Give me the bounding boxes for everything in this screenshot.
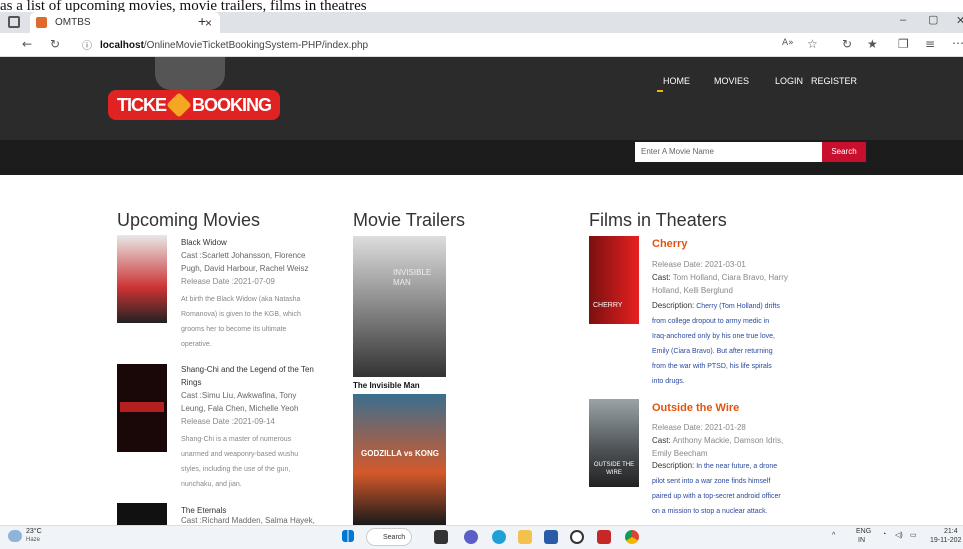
favorite-star-icon[interactable]: ☆ bbox=[807, 37, 818, 51]
black-widow-poster[interactable] bbox=[117, 235, 167, 323]
extensions-icon[interactable]: ≡ bbox=[925, 37, 935, 51]
windows-taskbar bbox=[0, 525, 963, 549]
upcoming-description: Shang-Chi is a master of numerous unarme… bbox=[181, 436, 299, 488]
antivirus-icon[interactable] bbox=[597, 530, 611, 544]
refresh-tab-icon[interactable]: ↻ bbox=[842, 37, 852, 51]
more-icon[interactable]: ⋯ bbox=[952, 36, 963, 50]
window-maximize-button[interactable]: ▢ bbox=[928, 13, 938, 26]
film-title[interactable]: Cherry bbox=[652, 238, 687, 250]
weather-temp: 23°C bbox=[26, 528, 42, 535]
store-icon[interactable] bbox=[544, 530, 558, 544]
browser-tab[interactable]: OMTBS × bbox=[30, 12, 220, 33]
cast-label: Cast: bbox=[652, 273, 671, 282]
film-release-date: Release Date: 2021-03-01 bbox=[652, 260, 746, 269]
weather-icon[interactable] bbox=[8, 530, 22, 542]
poster-text: OUTSIDE THE WIRE bbox=[593, 462, 635, 476]
tab-title: OMTBS bbox=[55, 17, 91, 28]
weather-desc: Haze bbox=[26, 537, 41, 543]
search-button[interactable]: Search bbox=[822, 142, 866, 162]
window-close-button[interactable]: ✕ bbox=[956, 14, 963, 27]
taskbar-search[interactable]: Search bbox=[366, 528, 412, 546]
tray-date[interactable]: 19-11-202 bbox=[930, 537, 961, 544]
upcoming-heading: Upcoming Movies bbox=[117, 210, 261, 230]
read-aloud-icon[interactable]: A» bbox=[782, 38, 794, 48]
godzilla-kong-poster[interactable]: GODZILLA vs KONG bbox=[353, 394, 446, 525]
tray-language[interactable]: ENG bbox=[856, 528, 871, 535]
window-minimize-button[interactable]: – bbox=[900, 14, 906, 26]
upcoming-title[interactable]: Shang-Chi and the Legend of the Ten Ring… bbox=[181, 363, 321, 389]
cast-value: Tom Holland, Ciara Bravo, Harry Holland,… bbox=[652, 273, 788, 295]
film-reel-logo-icon bbox=[155, 57, 225, 90]
logo-text-left: TICKE bbox=[116, 94, 167, 115]
description-value: Cherry (Tom Holland) drifts from college… bbox=[652, 303, 780, 385]
description-value: In the near future, a drone pilot sent i… bbox=[652, 463, 781, 515]
cast-label: Cast: bbox=[652, 436, 671, 445]
nav-movies[interactable]: MOVIES bbox=[714, 76, 749, 86]
poster-text: CHERRY bbox=[593, 302, 623, 309]
upcoming-description: At birth the Black Widow (aka Natasha Ro… bbox=[181, 296, 301, 348]
upcoming-release-date: Release Date :2021-07-09 bbox=[181, 277, 275, 286]
site-logo[interactable]: TICKE BOOKING bbox=[108, 90, 280, 120]
collections-icon[interactable]: ❐ bbox=[898, 37, 909, 51]
cherry-poster[interactable]: CHERRY bbox=[589, 236, 639, 324]
site-favicon-icon bbox=[36, 17, 47, 28]
cast-value: Anthony Mackie, Damson Idris, Emily Beec… bbox=[652, 436, 784, 458]
file-explorer-icon[interactable] bbox=[518, 530, 532, 544]
chrome-icon[interactable] bbox=[625, 530, 639, 544]
tray-region[interactable]: IN bbox=[858, 537, 865, 544]
url-field[interactable]: localhost /OnlineMovieTicketBookingSyste… bbox=[100, 35, 800, 55]
tray-chevron-icon[interactable]: ^ bbox=[832, 532, 835, 539]
description-label: Description: bbox=[652, 301, 695, 310]
info-icon[interactable]: ⓘ bbox=[82, 37, 92, 52]
movie-search-input[interactable]: Enter A Movie Name bbox=[635, 142, 822, 162]
invisible-man-poster[interactable]: INVISIBLE MAN bbox=[353, 236, 446, 377]
nav-home[interactable]: HOME bbox=[663, 76, 690, 86]
chat-icon[interactable] bbox=[464, 530, 478, 544]
ticket-logo-icon bbox=[166, 92, 192, 118]
upcoming-title[interactable]: Black Widow bbox=[181, 236, 321, 249]
shang-chi-poster-title bbox=[120, 402, 164, 412]
film-title[interactable]: Outside the Wire bbox=[652, 402, 739, 414]
upcoming-cast: Cast :Richard Madden, Salma Hayek, bbox=[181, 516, 315, 525]
outside-the-wire-poster[interactable]: OUTSIDE THE WIRE bbox=[589, 399, 639, 487]
description-label: Description: bbox=[652, 461, 695, 470]
url-host: localhost bbox=[100, 39, 144, 51]
nav-register[interactable]: REGISTER bbox=[811, 76, 857, 86]
upcoming-release-date: Release Date :2021-09-14 bbox=[181, 417, 275, 426]
film-cast: Cast: Tom Holland, Ciara Bravo, Harry Ho… bbox=[652, 271, 790, 297]
trailer-title[interactable]: The Invisible Man bbox=[353, 381, 420, 390]
battery-icon[interactable]: ▭ bbox=[910, 531, 917, 539]
new-tab-button[interactable]: + bbox=[198, 13, 206, 29]
back-icon[interactable]: ← bbox=[22, 37, 32, 51]
mail-icon[interactable] bbox=[570, 530, 584, 544]
trailers-heading: Movie Trailers bbox=[353, 210, 466, 230]
film-description: Description: Cherry (Tom Holland) drifts… bbox=[652, 298, 780, 389]
favorites-icon[interactable]: ★ bbox=[867, 37, 878, 51]
logo-text-right: BOOKING bbox=[191, 94, 272, 115]
tray-time[interactable]: 21:4 bbox=[944, 528, 958, 535]
nav-active-indicator bbox=[657, 90, 663, 92]
wifi-icon[interactable]: ◔ bbox=[882, 531, 886, 538]
film-description: Description: In the near future, a drone… bbox=[652, 458, 786, 519]
film-release-date: Release Date: 2021-01-28 bbox=[652, 423, 746, 432]
refresh-icon[interactable]: ↻ bbox=[50, 37, 60, 51]
url-path: /OnlineMovieTicketBookingSystem-PHP/inde… bbox=[143, 39, 369, 51]
tab-actions-icon[interactable] bbox=[8, 16, 20, 28]
windows-start-icon[interactable] bbox=[342, 530, 354, 542]
poster-text: GODZILLA vs KONG bbox=[361, 449, 439, 458]
caption-text: as a list of upcoming movies, movie trai… bbox=[0, 0, 367, 12]
edge-icon[interactable] bbox=[492, 530, 506, 544]
film-cast: Cast: Anthony Mackie, Damson Idris, Emil… bbox=[652, 434, 792, 460]
eternals-poster[interactable] bbox=[117, 503, 167, 525]
theaters-heading: Films in Theaters bbox=[589, 210, 727, 230]
upcoming-cast: Cast :Simu Liu, Awkwafina, Tony Leung, F… bbox=[181, 391, 299, 413]
task-view-icon[interactable] bbox=[434, 530, 448, 544]
upcoming-cast: Cast :Scarlett Johansson, Florence Pugh,… bbox=[181, 251, 309, 273]
poster-text: INVISIBLE MAN bbox=[393, 268, 432, 287]
nav-login[interactable]: LOGIN bbox=[775, 76, 803, 86]
volume-icon[interactable]: ◁) bbox=[895, 531, 903, 539]
